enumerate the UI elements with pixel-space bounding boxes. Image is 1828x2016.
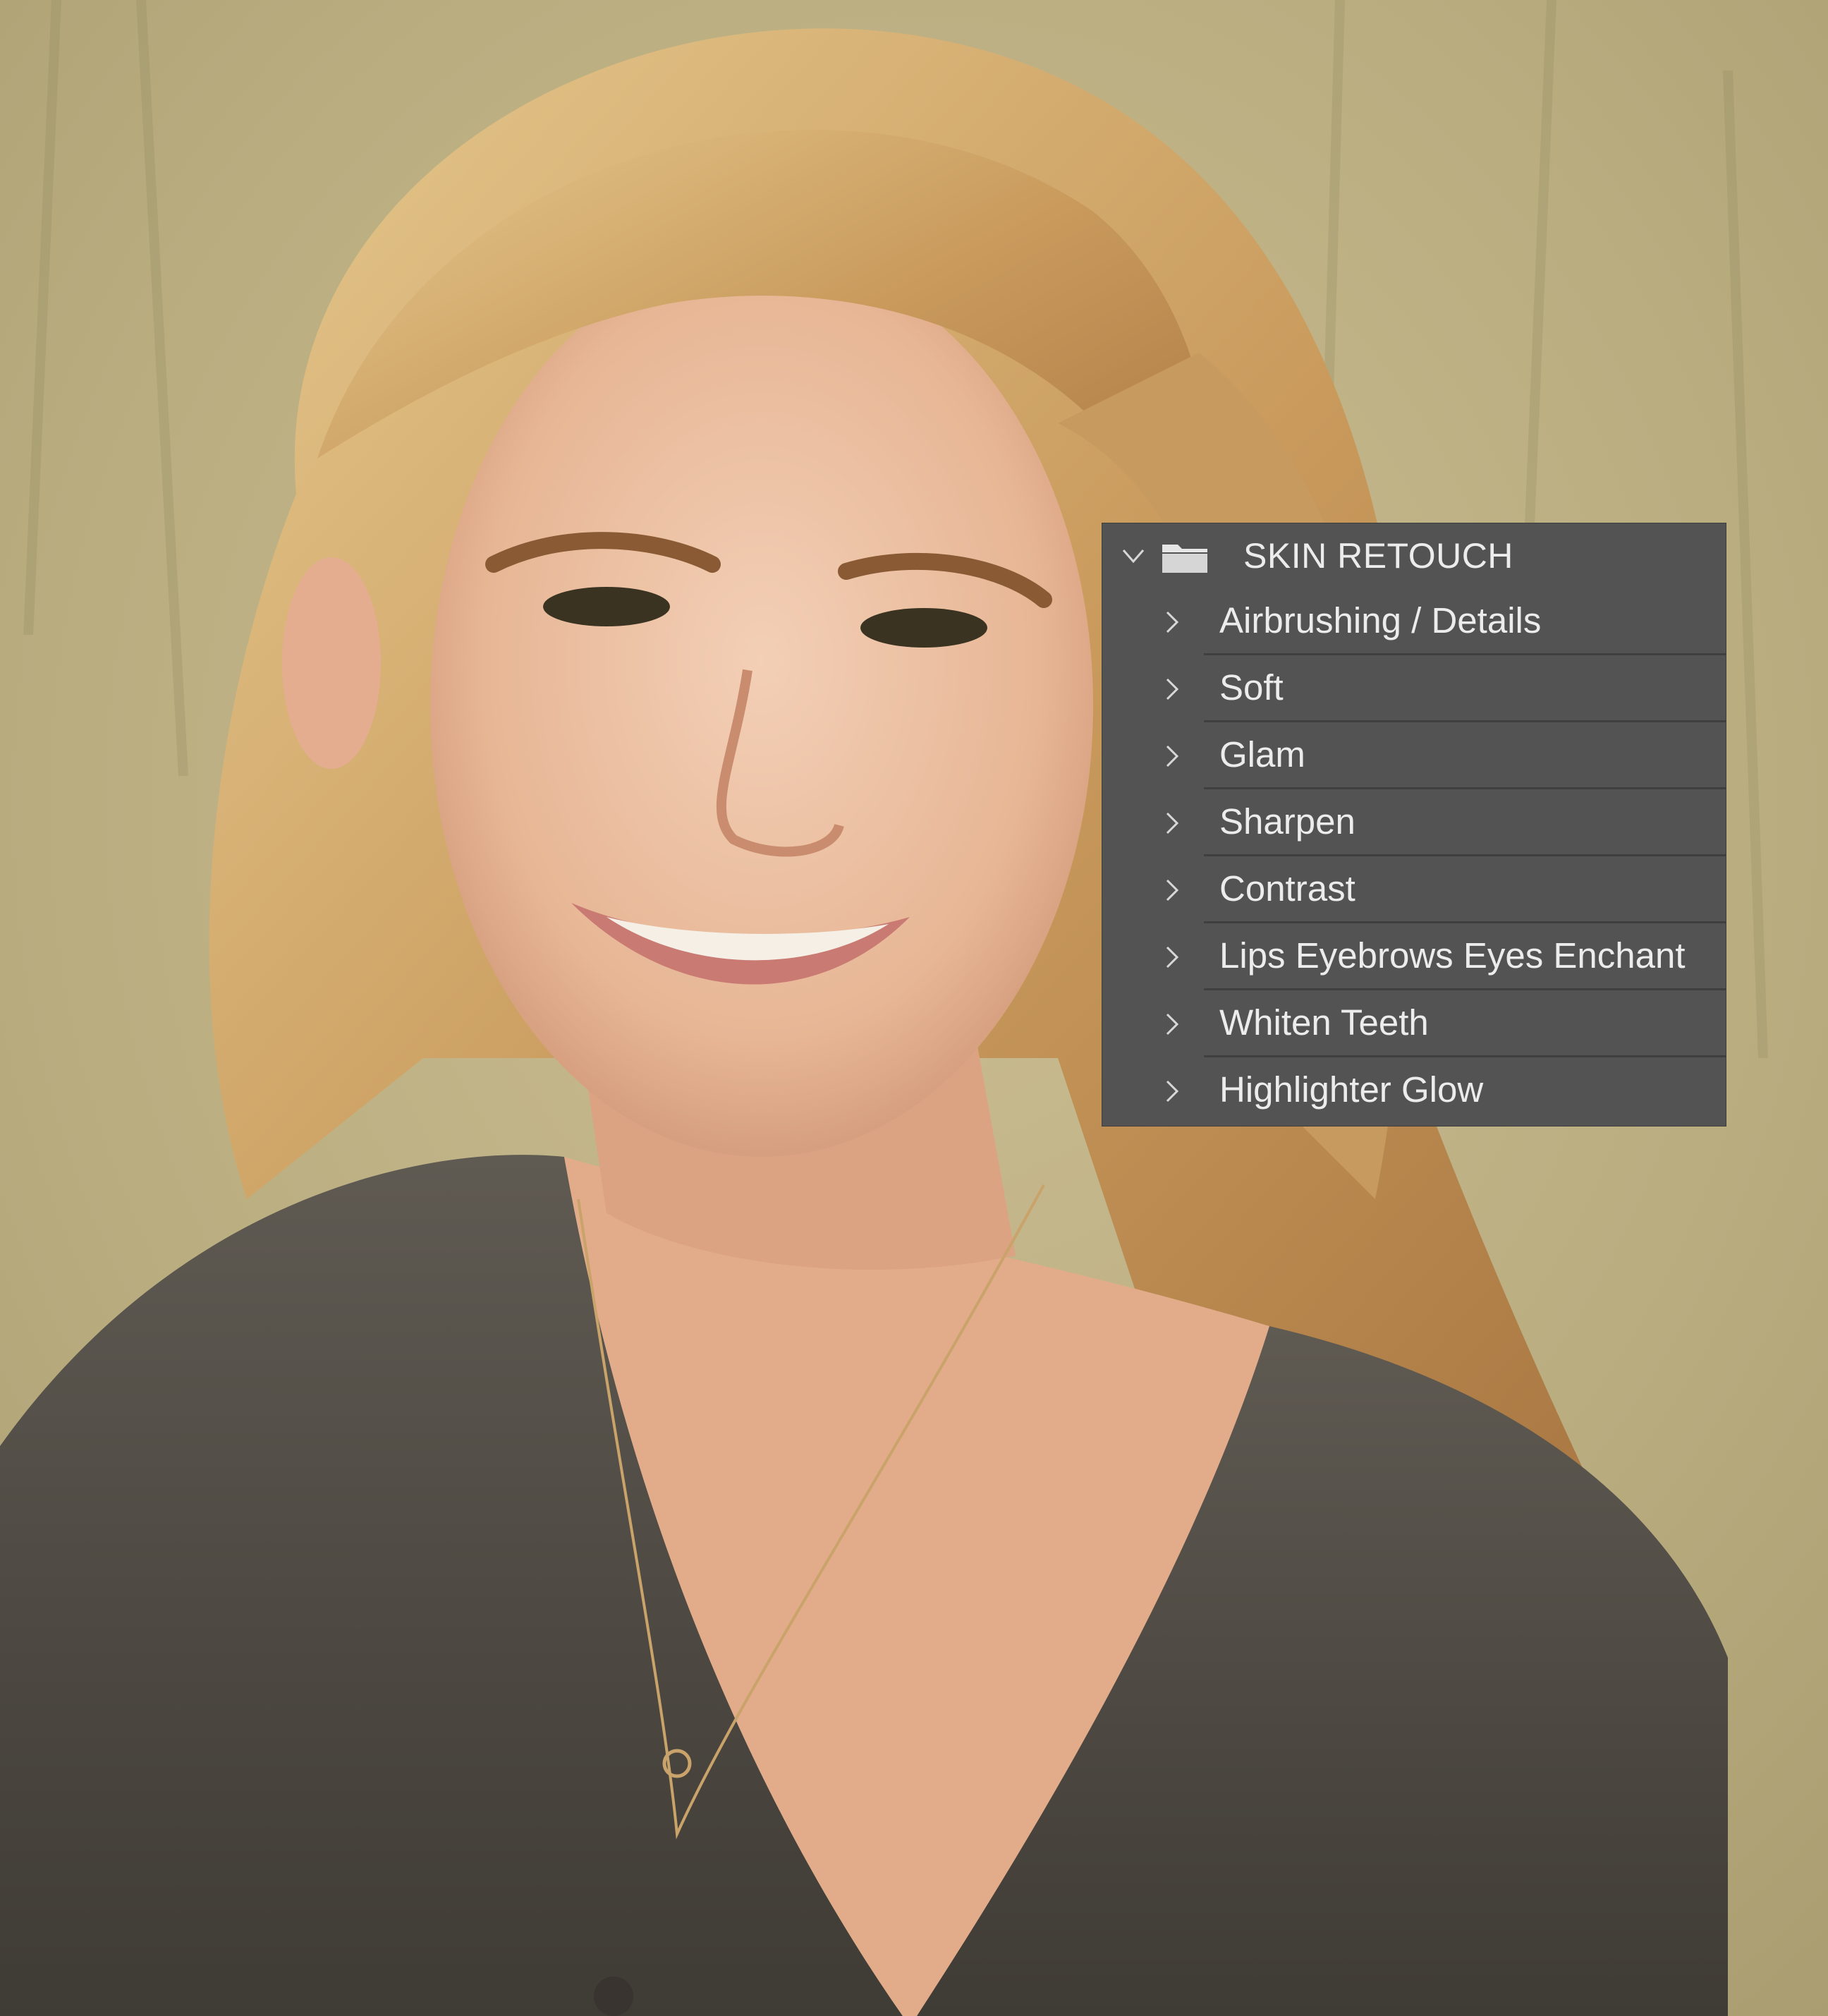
layer-name: Airbrushing / Details (1219, 600, 1542, 640)
layer-name: Contrast (1219, 868, 1355, 909)
layer-group-skin-retouch[interactable]: SKIN RETOUCH (1102, 523, 1726, 588)
layer-row-sharpen[interactable]: Sharpen (1102, 789, 1726, 856)
layer-row-highlighter-glow[interactable]: Highlighter Glow (1102, 1057, 1726, 1124)
layer-name: Highlighter Glow (1219, 1069, 1484, 1110)
chevron-right-icon[interactable] (1162, 743, 1181, 769)
layer-name: Whiten Teeth (1219, 1002, 1429, 1043)
chevron-right-icon[interactable] (1162, 1012, 1181, 1037)
layer-group-name: SKIN RETOUCH (1243, 536, 1513, 576)
layers-panel: SKIN RETOUCH Airbrushing / Details Soft … (1102, 523, 1726, 1126)
chevron-right-icon[interactable] (1162, 609, 1181, 635)
chevron-right-icon[interactable] (1162, 1079, 1181, 1104)
layer-row-soft[interactable]: Soft (1102, 655, 1726, 722)
layer-row-contrast[interactable]: Contrast (1102, 856, 1726, 923)
layer-row-glam[interactable]: Glam (1102, 722, 1726, 789)
chevron-right-icon[interactable] (1162, 676, 1181, 702)
chevron-right-icon[interactable] (1162, 945, 1181, 970)
folder-icon (1162, 545, 1207, 573)
layer-row-lips-eyebrows-eyes[interactable]: Lips Eyebrows Eyes Enchant (1102, 923, 1726, 990)
layer-name: Glam (1219, 734, 1305, 775)
chevron-right-icon[interactable] (1162, 878, 1181, 903)
chevron-down-icon[interactable] (1121, 543, 1146, 569)
layer-name: Soft (1219, 667, 1284, 708)
canvas: SKIN RETOUCH Airbrushing / Details Soft … (0, 0, 1828, 2016)
layer-name: Sharpen (1219, 801, 1355, 842)
layer-row-airbrushing[interactable]: Airbrushing / Details (1102, 588, 1726, 655)
layer-name: Lips Eyebrows Eyes Enchant (1219, 935, 1686, 976)
chevron-right-icon[interactable] (1162, 810, 1181, 836)
layer-row-whiten-teeth[interactable]: Whiten Teeth (1102, 990, 1726, 1057)
